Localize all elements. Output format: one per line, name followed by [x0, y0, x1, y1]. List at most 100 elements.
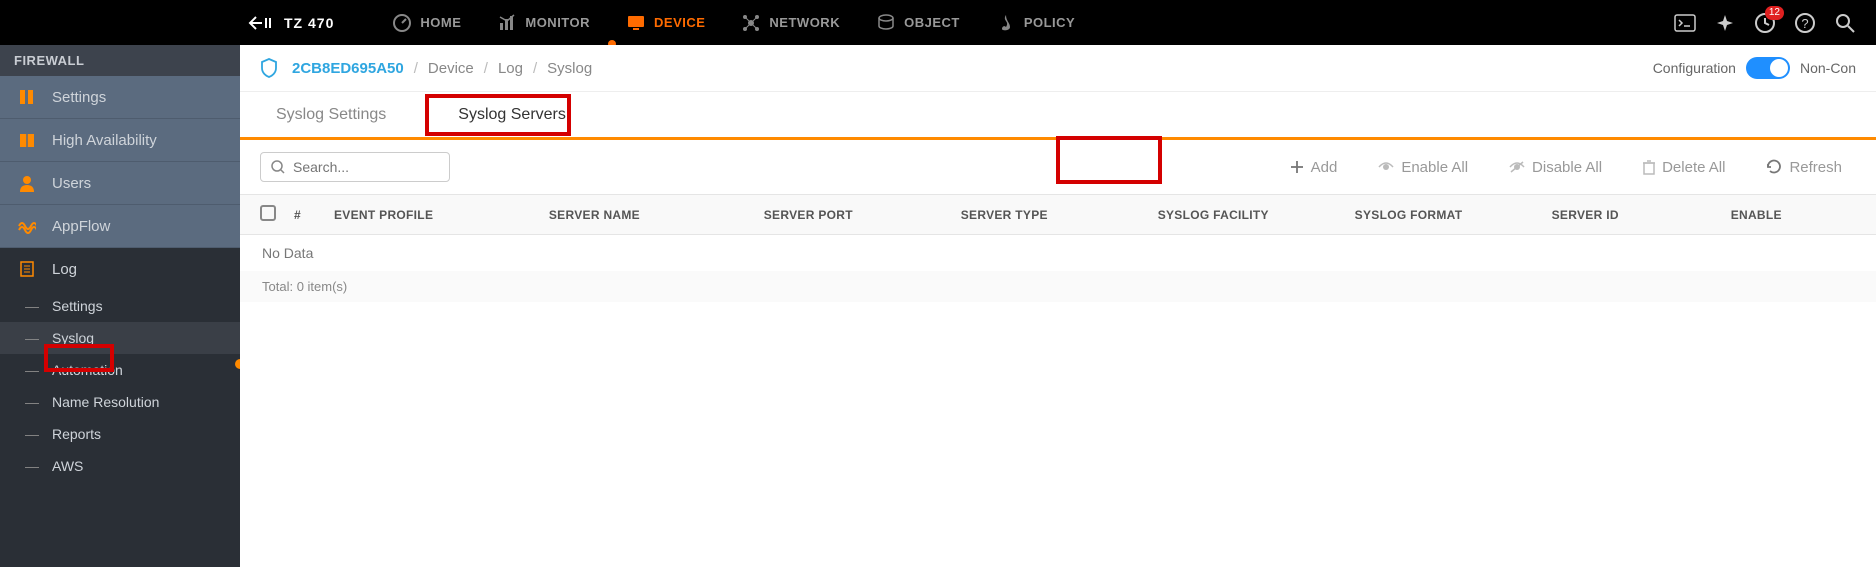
th-server-port[interactable]: SERVER PORT	[764, 208, 961, 222]
search-icon[interactable]	[1834, 12, 1856, 34]
th-server-name[interactable]: SERVER NAME	[549, 208, 764, 222]
total-value: 0 item(s)	[297, 279, 348, 294]
crumb-syslog[interactable]: Syslog	[547, 60, 592, 77]
nav-label: MONITOR	[525, 15, 590, 30]
plus-icon	[1289, 159, 1305, 175]
search-icon	[271, 160, 285, 174]
nav-network[interactable]: NETWORK	[723, 0, 858, 45]
config-label: Configuration	[1653, 60, 1736, 76]
config-toggle[interactable]	[1746, 57, 1790, 79]
th-server-type[interactable]: SERVER TYPE	[961, 208, 1158, 222]
sidebar: FIREWALL Settings High Availability User…	[0, 45, 240, 567]
chart-icon	[497, 13, 517, 33]
tab-label: Syslog Servers	[458, 106, 566, 123]
th-syslog-format[interactable]: SYSLOG FORMAT	[1355, 208, 1552, 222]
enable-icon	[1377, 160, 1395, 174]
crumb-sep: /	[414, 60, 418, 77]
total-label: Total:	[262, 279, 293, 294]
topbar-left: TZ 470	[240, 15, 374, 31]
th-event-profile[interactable]: EVENT PROFILE	[334, 208, 549, 222]
th-enable[interactable]: ENABLE	[1731, 208, 1856, 222]
tab-label: Syslog Settings	[276, 106, 386, 123]
topbar: TZ 470 HOME MONITOR DEVICE NETWORK OBJEC…	[0, 0, 1876, 45]
btn-label: Disable All	[1532, 159, 1602, 176]
nav-device[interactable]: DEVICE	[608, 0, 723, 45]
add-button[interactable]: Add	[1275, 153, 1352, 182]
toggle-knob	[1770, 59, 1788, 77]
sidebar-item-label: Settings	[52, 89, 106, 106]
disable-all-button[interactable]: Disable All	[1494, 153, 1616, 182]
crumb-serial[interactable]: 2CB8ED695A50	[292, 60, 404, 77]
help-icon[interactable]: ?	[1794, 12, 1816, 34]
tabs: Syslog Settings Syslog Servers	[240, 92, 1876, 140]
crumb-device[interactable]: Device	[428, 60, 474, 77]
sub-item-label: AWS	[52, 458, 83, 474]
gauge-icon	[392, 13, 412, 33]
sidebar-item-label: Log	[52, 261, 77, 278]
nav-monitor[interactable]: MONITOR	[479, 0, 608, 45]
enable-all-button[interactable]: Enable All	[1363, 153, 1482, 182]
sub-item-automation[interactable]: —Automation	[0, 354, 240, 386]
btn-label: Delete All	[1662, 159, 1725, 176]
disable-icon	[1508, 160, 1526, 174]
device-model: TZ 470	[284, 15, 334, 31]
refresh-button[interactable]: Refresh	[1751, 152, 1856, 182]
sidebar-item-log[interactable]: Log	[0, 248, 240, 290]
sidebar-item-settings[interactable]: Settings	[0, 76, 240, 119]
search-input-wrap[interactable]	[260, 152, 450, 182]
delete-all-button[interactable]: Delete All	[1628, 153, 1739, 182]
nav-policy[interactable]: POLICY	[978, 0, 1093, 45]
nav-label: DEVICE	[654, 15, 705, 30]
sidebar-item-appflow[interactable]: AppFlow	[0, 205, 240, 248]
flame-icon	[996, 13, 1016, 33]
trash-icon	[1642, 159, 1656, 175]
crumb-log[interactable]: Log	[498, 60, 523, 77]
refresh-icon	[1765, 158, 1783, 176]
sidebar-item-ha[interactable]: High Availability	[0, 119, 240, 162]
crumb-sep: /	[484, 60, 488, 77]
btn-label: Refresh	[1789, 159, 1842, 176]
toolbar: Add Enable All Disable All Delete All Re…	[240, 140, 1876, 194]
th-num[interactable]: #	[294, 208, 334, 222]
gift-icon	[18, 131, 38, 149]
sidebar-log-submenu: —Settings —Syslog —Automation —Name Reso…	[0, 290, 240, 482]
nav-object[interactable]: OBJECT	[858, 0, 978, 45]
config-mode-label: Non-Con	[1800, 60, 1856, 76]
alerts-icon[interactable]: 12	[1754, 12, 1776, 34]
btn-label: Add	[1311, 159, 1338, 176]
th-syslog-facility[interactable]: SYSLOG FACILITY	[1158, 208, 1355, 222]
sidebar-item-users[interactable]: Users	[0, 162, 240, 205]
search-input[interactable]	[293, 159, 439, 175]
sub-item-settings[interactable]: —Settings	[0, 290, 240, 322]
back-arrow-icon[interactable]	[248, 15, 274, 31]
nav-label: POLICY	[1024, 15, 1075, 30]
sub-item-syslog[interactable]: —Syslog	[0, 322, 240, 354]
table-total: Total: 0 item(s)	[240, 271, 1876, 302]
sub-item-aws[interactable]: —AWS	[0, 450, 240, 482]
terminal-icon[interactable]	[1674, 12, 1696, 34]
nav-home[interactable]: HOME	[374, 0, 479, 45]
checkbox-icon[interactable]	[260, 205, 276, 221]
nav-label: NETWORK	[769, 15, 840, 30]
th-server-id[interactable]: SERVER ID	[1552, 208, 1731, 222]
tab-syslog-settings[interactable]: Syslog Settings	[260, 94, 402, 136]
svg-text:?: ?	[1801, 16, 1808, 31]
topbar-right: 12 ?	[1674, 12, 1876, 34]
main-content: 2CB8ED695A50 / Device / Log / Syslog Con…	[240, 45, 1876, 567]
sub-item-reports[interactable]: —Reports	[0, 418, 240, 450]
config-mode: Configuration Non-Con	[1653, 57, 1856, 79]
sub-item-name-resolution[interactable]: —Name Resolution	[0, 386, 240, 418]
table-header: # EVENT PROFILE SERVER NAME SERVER PORT …	[240, 194, 1876, 235]
sub-item-label: Automation	[52, 362, 123, 378]
th-checkbox[interactable]	[260, 205, 294, 224]
table-no-data: No Data	[240, 235, 1876, 271]
sidebar-item-label: AppFlow	[52, 218, 110, 235]
sparkle-icon[interactable]	[1714, 12, 1736, 34]
breadcrumb-bar: 2CB8ED695A50 / Device / Log / Syslog Con…	[240, 45, 1876, 92]
wave-icon	[18, 217, 38, 235]
user-icon	[18, 174, 38, 192]
nodes-icon	[741, 13, 761, 33]
sliders-icon	[18, 88, 38, 106]
tab-syslog-servers[interactable]: Syslog Servers	[442, 94, 582, 136]
sidebar-item-label: Users	[52, 175, 91, 192]
